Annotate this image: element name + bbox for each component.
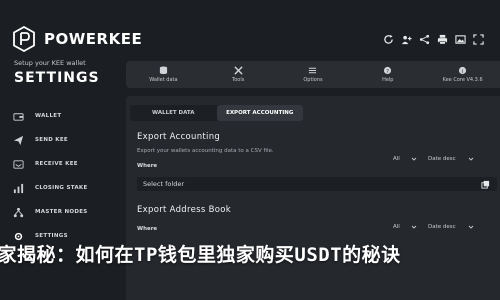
- sidebar-item-wallet[interactable]: WALLET: [12, 104, 112, 128]
- select-folder-field[interactable]: Select folder: [137, 177, 497, 191]
- chevron-down-icon: [468, 225, 474, 229]
- folder-placeholder: Select folder: [143, 180, 184, 188]
- subtab-wallet-data[interactable]: WALLET DATA: [130, 105, 217, 121]
- tab-label: Help: [382, 77, 394, 83]
- tab-help[interactable]: ? Help: [350, 61, 425, 88]
- sidebar-item-receive-kee[interactable]: RECEIVE KEE: [12, 152, 112, 176]
- tab-wallet-data[interactable]: Wallet data: [126, 61, 201, 88]
- logo: POWERKEE: [12, 26, 142, 52]
- tab-tools[interactable]: Tools: [201, 61, 276, 88]
- image-icon[interactable]: [453, 32, 468, 47]
- sort-dropdown[interactable]: Date desc: [428, 224, 474, 230]
- sort-value: Date desc: [428, 156, 456, 162]
- settings-tabbar: Wallet data Tools Options ? Help i Kee C…: [126, 61, 500, 88]
- printer-icon[interactable]: [435, 32, 450, 47]
- sidebar-item-master-nodes[interactable]: MASTER NODES: [12, 200, 112, 224]
- sidebar-item-label: WALLET: [35, 113, 62, 119]
- wallet-icon: [12, 110, 25, 123]
- sidebar-item-closing-stake[interactable]: CLOSING STAKE: [12, 176, 112, 200]
- network-icon[interactable]: [417, 32, 432, 47]
- tab-label: Options: [303, 77, 323, 83]
- where-label: Where: [137, 163, 158, 169]
- chevron-down-icon: [411, 225, 417, 229]
- sidebar-item-send-kee[interactable]: SEND KEE: [12, 128, 112, 152]
- brand-name: POWERKEE: [44, 30, 143, 48]
- options-icon: [309, 67, 317, 74]
- overlay-headline: 专家揭秘：如何在TP钱包里独家购买USDT的秘诀: [0, 244, 401, 266]
- filter-dropdown[interactable]: All: [393, 224, 417, 230]
- master-nodes-icon: [12, 206, 25, 219]
- sidebar-item-label: CLOSING STAKE: [35, 185, 88, 191]
- tab-options[interactable]: Options: [276, 61, 351, 88]
- info-icon: i: [458, 66, 467, 75]
- tab-label: Wallet data: [149, 77, 178, 83]
- tools-icon: [234, 66, 243, 75]
- where-label: Where: [137, 226, 158, 232]
- copy-icon[interactable]: [481, 180, 490, 189]
- refresh-icon[interactable]: [381, 32, 396, 47]
- fullscreen-icon[interactable]: [471, 32, 486, 47]
- brand-subtitle: Setup your KEE wallet: [14, 59, 86, 67]
- export-accounting-description: Export your wallets accounting data to a…: [137, 148, 274, 154]
- export-address-book-title: Export Address Book: [137, 205, 231, 215]
- send-icon: [12, 134, 25, 147]
- database-icon: [159, 66, 167, 75]
- settings-panel: WALLET DATA EXPORT ACCOUNTING Export Acc…: [126, 96, 500, 300]
- receive-icon: [12, 158, 25, 171]
- filter-dropdown[interactable]: All: [393, 156, 417, 162]
- tab-label: Kee Core V4.3.6: [442, 77, 483, 83]
- closing-stake-icon: [12, 182, 25, 195]
- help-icon: ?: [384, 66, 392, 75]
- svg-text:i: i: [462, 69, 464, 75]
- tab-kee-core[interactable]: i Kee Core V4.3.6: [425, 61, 500, 88]
- sidebar-item-label: RECEIVE KEE: [35, 161, 78, 167]
- filter-value: All: [393, 224, 400, 230]
- chevron-down-icon: [468, 157, 474, 161]
- page-title: SETTINGS: [14, 70, 100, 86]
- sort-value: Date desc: [428, 224, 456, 230]
- add-user-icon[interactable]: [399, 32, 414, 47]
- sidebar-item-label: MASTER NODES: [35, 209, 88, 215]
- sort-dropdown[interactable]: Date desc: [428, 156, 474, 162]
- powerkee-logo-icon: [13, 26, 35, 52]
- sidebar-item-label: SEND KEE: [35, 137, 68, 143]
- chevron-down-icon: [411, 157, 417, 161]
- subtab-switcher: WALLET DATA EXPORT ACCOUNTING: [130, 105, 303, 121]
- window-toolbar: [381, 32, 489, 47]
- tab-label: Tools: [232, 77, 245, 83]
- svg-text:?: ?: [386, 69, 389, 75]
- filter-value: All: [393, 156, 400, 162]
- export-accounting-title: Export Accounting: [137, 132, 221, 142]
- subtab-export-accounting[interactable]: EXPORT ACCOUNTING: [216, 105, 303, 121]
- sidebar-nav: WALLET SEND KEE RECEIVE KEE CLOSING STAK…: [12, 104, 112, 248]
- sidebar-item-label: SETTINGS: [35, 233, 68, 239]
